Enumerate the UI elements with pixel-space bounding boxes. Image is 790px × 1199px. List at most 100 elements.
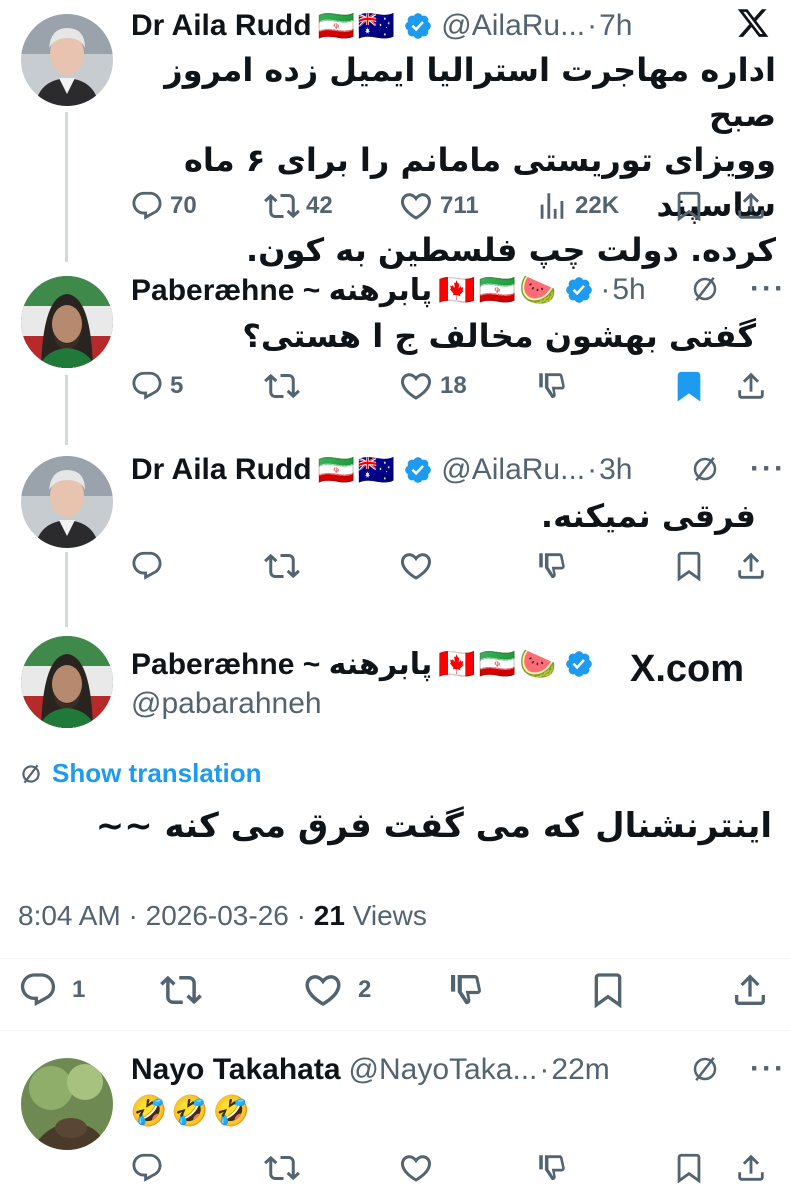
author-name[interactable]: Paberæhne ~ پابرهنه bbox=[131, 273, 432, 308]
reply-button[interactable] bbox=[130, 544, 164, 588]
share-icon bbox=[734, 1151, 768, 1185]
tweet-text: اینترنشنال که می گفت فرق می کنه ~~ bbox=[95, 806, 772, 846]
bookmark-button[interactable] bbox=[672, 544, 706, 588]
share-icon bbox=[730, 970, 770, 1010]
author-handle[interactable]: @AilaRu... bbox=[441, 9, 585, 43]
like-icon bbox=[398, 1150, 434, 1186]
show-translation-label: Show translation bbox=[52, 758, 262, 788]
repost-icon bbox=[264, 188, 300, 224]
action-bar: 70 42 711 22K bbox=[0, 184, 790, 228]
tweet-time[interactable]: 7h bbox=[599, 9, 632, 43]
tweet-header: Paberæhne ~ پابرهنه 🇨🇦 🇮🇷 🍉 bbox=[131, 644, 594, 684]
tweet-header: Dr Aila Rudd 🇮🇷 🇦🇺 @AilaRu... · 3h bbox=[131, 450, 633, 490]
dislike-icon bbox=[535, 1151, 569, 1185]
more-icon[interactable]: ··· bbox=[750, 272, 786, 306]
tweet-text: فرقی نمیکنه. bbox=[540, 497, 756, 535]
separator-dot: · bbox=[587, 453, 598, 486]
share-button[interactable] bbox=[730, 968, 770, 1012]
repost-button[interactable]: 42 bbox=[264, 184, 333, 228]
author-name[interactable]: Paberæhne ~ پابرهنه bbox=[131, 647, 432, 682]
watermelon-emoji: 🍉 bbox=[519, 273, 557, 307]
grok-icon[interactable] bbox=[690, 454, 720, 484]
dislike-button[interactable] bbox=[535, 1146, 569, 1190]
like-button[interactable]: 18 bbox=[398, 364, 467, 408]
views-icon bbox=[535, 189, 569, 223]
share-button[interactable] bbox=[734, 364, 768, 408]
action-bar bbox=[0, 1146, 790, 1190]
dislike-button[interactable] bbox=[535, 544, 569, 588]
reply-button[interactable]: 5 bbox=[130, 364, 183, 408]
separator-dot: · bbox=[128, 900, 138, 931]
flag-iran: 🇮🇷 bbox=[478, 647, 516, 681]
like-button[interactable]: 2 bbox=[302, 968, 371, 1012]
bookmark-button[interactable] bbox=[672, 364, 706, 408]
reply-button[interactable] bbox=[130, 1146, 164, 1190]
tweet-header: Dr Aila Rudd 🇮🇷 🇦🇺 @AilaRu... · 7h bbox=[131, 6, 633, 46]
avatar[interactable] bbox=[21, 14, 113, 106]
tweet-text-line: اداره مهاجرت استرالیا ایمیل زده امروز صب… bbox=[164, 51, 776, 134]
tweet-text: گفتی بهشون مخالف ج ا هستی؟ bbox=[242, 317, 756, 355]
tweet-meta: 8:04 AM · 2026-03-26 · 21 Views bbox=[18, 900, 427, 932]
share-button[interactable] bbox=[734, 544, 768, 588]
show-translation-button[interactable]: Show translation bbox=[18, 758, 261, 789]
avatar[interactable] bbox=[21, 456, 113, 548]
flag-australia: 🇦🇺 bbox=[357, 453, 396, 487]
watermelon-emoji: 🍉 bbox=[519, 647, 557, 681]
avatar[interactable] bbox=[21, 636, 113, 728]
author-handle[interactable]: @pabarahneh bbox=[131, 687, 322, 721]
dislike-button[interactable] bbox=[535, 364, 569, 408]
tweet-time[interactable]: 8:04 AM bbox=[18, 900, 121, 931]
dislike-button[interactable] bbox=[446, 968, 486, 1012]
avatar[interactable] bbox=[21, 1058, 113, 1150]
translate-icon bbox=[18, 761, 44, 787]
repost-button[interactable] bbox=[264, 364, 300, 408]
like-button[interactable] bbox=[398, 1146, 434, 1190]
tweet-time[interactable]: 3h bbox=[599, 453, 632, 487]
like-button[interactable]: 711 bbox=[398, 184, 479, 228]
share-icon bbox=[734, 549, 768, 583]
tweet-date[interactable]: 2026-03-26 bbox=[146, 900, 289, 931]
share-button[interactable] bbox=[734, 184, 768, 228]
more-icon[interactable]: ··· bbox=[750, 1052, 786, 1086]
author-handle[interactable]: @AilaRu... bbox=[441, 453, 585, 487]
bookmark-icon bbox=[672, 1151, 706, 1185]
grok-icon[interactable] bbox=[690, 1054, 720, 1084]
views-button[interactable]: 22K bbox=[535, 184, 619, 228]
flag-iran: 🇮🇷 bbox=[317, 9, 355, 43]
divider bbox=[0, 1030, 790, 1031]
author-name[interactable]: Dr Aila Rudd bbox=[131, 453, 312, 487]
tweet-time[interactable]: 22m bbox=[551, 1053, 609, 1087]
bookmark-button[interactable] bbox=[672, 1146, 706, 1190]
bookmark-button[interactable] bbox=[672, 184, 706, 228]
bookmark-icon bbox=[672, 369, 706, 403]
bookmark-button[interactable] bbox=[588, 968, 628, 1012]
reply-button[interactable]: 1 bbox=[18, 968, 85, 1012]
author-name[interactable]: Nayo Takahata bbox=[131, 1053, 341, 1087]
repost-button[interactable] bbox=[160, 968, 202, 1012]
repost-button[interactable] bbox=[264, 1146, 300, 1190]
grok-icon[interactable] bbox=[690, 274, 720, 304]
reply-count: 70 bbox=[170, 192, 197, 219]
views-count: 21 bbox=[313, 900, 345, 931]
tweet-text: 🤣🤣🤣 bbox=[130, 1095, 255, 1128]
like-icon bbox=[302, 969, 344, 1011]
repost-count: 42 bbox=[306, 192, 333, 219]
author-handle[interactable]: @NayoTaka... bbox=[349, 1053, 538, 1087]
separator-dot: · bbox=[600, 273, 611, 306]
divider bbox=[0, 958, 790, 959]
repost-button[interactable] bbox=[264, 544, 300, 588]
tweet-time[interactable]: 5h bbox=[612, 273, 645, 307]
tweet-header: Nayo Takahata @NayoTaka... · 22m bbox=[131, 1050, 610, 1090]
reply-button[interactable]: 70 bbox=[130, 184, 197, 228]
views-label: Views bbox=[352, 900, 427, 931]
verified-badge-icon bbox=[403, 11, 433, 41]
avatar[interactable] bbox=[21, 276, 113, 368]
repost-icon bbox=[264, 368, 300, 404]
bookmark-icon bbox=[672, 549, 706, 583]
like-button[interactable] bbox=[398, 544, 434, 588]
like-icon bbox=[398, 188, 434, 224]
author-name[interactable]: Dr Aila Rudd bbox=[131, 9, 312, 43]
more-icon[interactable]: ··· bbox=[750, 452, 786, 486]
x-logo-icon[interactable] bbox=[736, 6, 770, 45]
share-button[interactable] bbox=[734, 1146, 768, 1190]
